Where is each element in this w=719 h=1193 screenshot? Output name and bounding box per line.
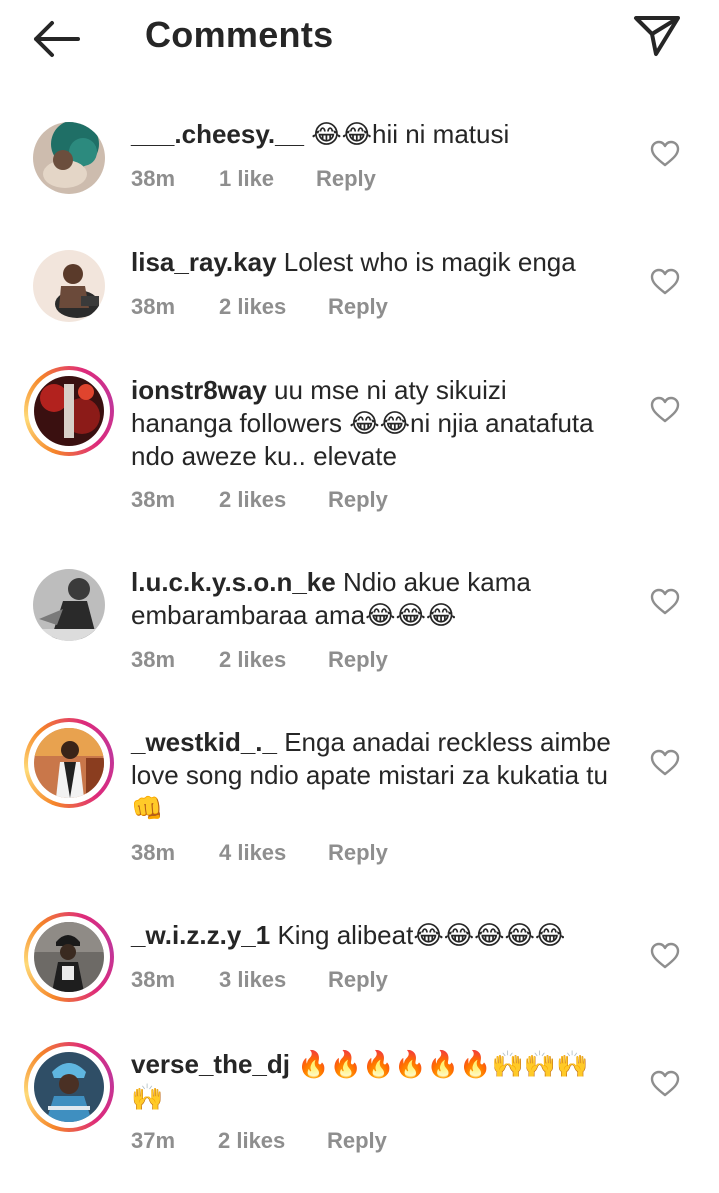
comment-username[interactable]: lisa_ray.kay — [131, 247, 277, 277]
like-button[interactable] — [650, 140, 680, 168]
comment-text: ionstr8way uu mse ni aty sikuizi hananga… — [131, 374, 611, 473]
comment-text: verse_the_dj 🔥🔥🔥🔥🔥🔥🙌🙌🙌🙌 — [131, 1048, 611, 1114]
comment-text: lisa_ray.kay Lolest who is magik enga — [131, 246, 621, 279]
avatar[interactable] — [24, 241, 114, 331]
reply-button[interactable]: Reply — [328, 967, 388, 993]
like-button[interactable] — [650, 749, 680, 777]
comment-username[interactable]: l.u.c.k.y.s.o.n_ke — [131, 567, 336, 597]
reply-button[interactable]: Reply — [328, 294, 388, 320]
like-button[interactable] — [650, 588, 680, 616]
comment-text: l.u.c.k.y.s.o.n_ke Ndio akue kama embara… — [131, 566, 621, 632]
comment-likes[interactable]: 4 likes — [219, 840, 286, 866]
reply-button[interactable]: Reply — [328, 647, 388, 673]
comment-body: King alibeat😂😂😂😂😂 — [270, 920, 566, 950]
like-button[interactable] — [650, 396, 680, 424]
page-title: Comments — [145, 14, 334, 55]
comment-likes[interactable]: 2 likes — [219, 294, 286, 320]
like-button[interactable] — [650, 942, 680, 970]
heart-icon — [650, 749, 680, 776]
comment-time: 38m — [131, 294, 176, 319]
heart-icon — [650, 1070, 680, 1097]
comment-text: _westkid_._ Enga anadai reckless aimbe l… — [131, 726, 616, 825]
comment-time: 38m — [131, 487, 176, 512]
reply-button[interactable]: Reply — [328, 840, 388, 866]
comment-text: _w.i.z.z.y_1 King alibeat😂😂😂😂😂 — [131, 919, 621, 952]
avatar-image — [33, 569, 105, 641]
back-button[interactable] — [30, 18, 82, 60]
avatar-image — [34, 728, 104, 798]
avatar[interactable] — [24, 113, 114, 203]
comment-username[interactable]: _w.i.z.z.y_1 — [131, 920, 270, 950]
header-bar: Comments — [0, 0, 719, 80]
avatar-image — [34, 922, 104, 992]
paper-plane-icon — [634, 16, 680, 56]
avatar-with-story-ring[interactable] — [24, 366, 114, 456]
avatar-with-story-ring[interactable] — [24, 1042, 114, 1132]
comment-username[interactable]: ___.cheesy.__ — [131, 119, 304, 149]
comment-username[interactable]: verse_the_dj — [131, 1049, 290, 1079]
comment-time: 37m — [131, 1128, 176, 1153]
comment-username[interactable]: _westkid_._ — [131, 727, 277, 757]
reply-button[interactable]: Reply — [316, 166, 376, 192]
avatar-image — [34, 376, 104, 446]
avatar-image — [33, 122, 105, 194]
comment-username[interactable]: ionstr8way — [131, 375, 267, 405]
comment-body: Lolest who is magik enga — [276, 247, 576, 277]
arrow-left-icon — [34, 21, 80, 57]
avatar-image — [33, 250, 105, 322]
comment-likes[interactable]: 2 likes — [219, 487, 286, 513]
comment-time: 38m — [131, 166, 176, 191]
comment-body: 😂😂hii ni matusi — [304, 119, 510, 149]
comment-text: ___.cheesy.__ 😂😂hii ni matusi — [131, 118, 621, 151]
reply-button[interactable]: Reply — [328, 487, 388, 513]
avatar[interactable] — [24, 560, 114, 650]
avatar-with-story-ring[interactable] — [24, 912, 114, 1002]
avatar-image — [34, 1052, 104, 1122]
reply-button[interactable]: Reply — [327, 1128, 387, 1154]
like-button[interactable] — [650, 268, 680, 296]
heart-icon — [650, 588, 680, 615]
comment-likes[interactable]: 2 likes — [219, 647, 286, 673]
heart-icon — [650, 942, 680, 969]
like-button[interactable] — [650, 1070, 680, 1098]
comment-likes[interactable]: 3 likes — [219, 967, 286, 993]
heart-icon — [650, 268, 680, 295]
avatar-with-story-ring[interactable] — [24, 718, 114, 808]
heart-icon — [650, 396, 680, 423]
share-button[interactable] — [632, 14, 682, 58]
comment-time: 38m — [131, 967, 176, 992]
comment-likes[interactable]: 2 likes — [218, 1128, 285, 1154]
heart-icon — [650, 140, 680, 167]
comment-likes[interactable]: 1 like — [219, 166, 274, 192]
comment-time: 38m — [131, 840, 176, 865]
comment-time: 38m — [131, 647, 176, 672]
